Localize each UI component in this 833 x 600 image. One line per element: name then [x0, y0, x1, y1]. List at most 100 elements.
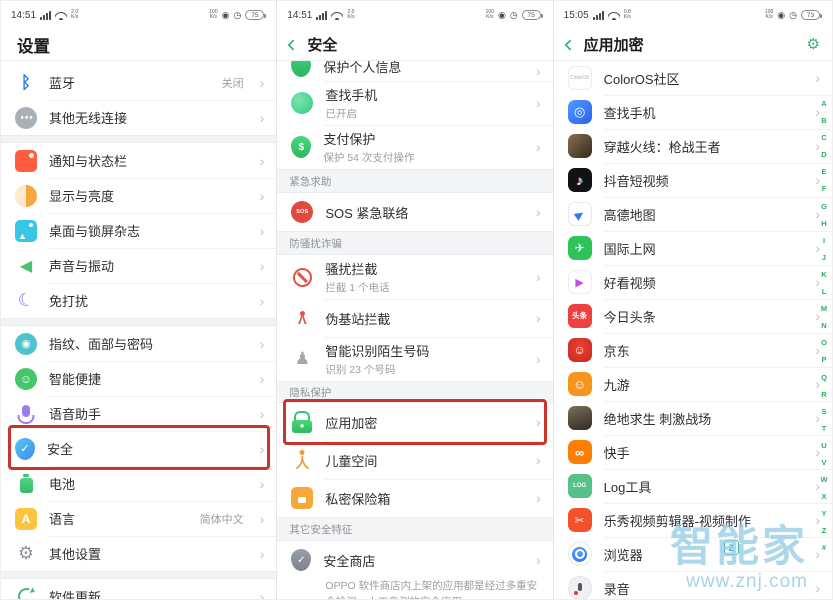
index-letter[interactable]: T — [818, 420, 830, 437]
list-item-person[interactable]: 智能识别陌生号码识别 23 个号码 › — [277, 337, 552, 381]
index-letter[interactable]: K — [818, 266, 830, 283]
list-item-notify[interactable]: 通知与状态栏› — [1, 143, 276, 178]
gear-icon[interactable]: ⚙ — [807, 37, 820, 52]
list-item-kuaishou[interactable]: 快手› — [554, 435, 832, 469]
chevron-right-icon: › — [536, 453, 541, 467]
list-item-assistant[interactable]: 语音助手 › — [1, 396, 276, 431]
list-item-roaming[interactable]: 国际上网› — [554, 231, 832, 265]
list-item-videoshow[interactable]: 乐秀视频剪辑器-视频制作› — [554, 503, 832, 537]
item-label: 通知与状态栏 — [49, 151, 127, 170]
list-item-coloros[interactable]: ColorOS社区› — [554, 61, 832, 95]
index-letter[interactable]: P — [818, 351, 830, 368]
index-letter[interactable]: E — [818, 163, 830, 180]
chevron-right-icon: › — [260, 407, 265, 421]
list-item-pay[interactable]: 支付保护保护 54 次支付操作› — [277, 125, 552, 169]
list-item-douyin[interactable]: 抖音短视频› — [554, 163, 832, 197]
index-letter[interactable]: W — [818, 471, 830, 488]
list-item-jd[interactable]: 京东› — [554, 333, 832, 367]
list-item-find[interactable]: 查找手机已开启› — [277, 81, 552, 125]
index-letter[interactable]: O — [818, 334, 830, 351]
list-item-haokan[interactable]: 好看视频› — [554, 265, 832, 299]
list-item-cf[interactable]: 穿越火线：枪战王者› — [554, 129, 832, 163]
list-item-update[interactable]: 软件更新› — [1, 579, 276, 600]
item-text: 抖音短视频 — [604, 171, 669, 190]
privacyshield-icon — [291, 61, 311, 77]
index-letter[interactable]: L — [818, 283, 830, 300]
index-letter[interactable]: C — [818, 129, 830, 146]
list-item-battery[interactable]: 电池› — [1, 466, 276, 501]
list-item-safebox[interactable]: 私密保险箱› — [277, 479, 552, 517]
list-item-language[interactable]: 语言简体中文› — [1, 501, 276, 536]
index-letter[interactable]: R — [818, 386, 830, 403]
item-text: 免打扰 — [49, 291, 88, 310]
list-item-privacyshield[interactable]: 保护个人信息› — [277, 61, 552, 81]
index-letter[interactable]: J — [818, 249, 830, 266]
item-text: 智能识别陌生号码识别 23 个号码 — [325, 341, 429, 377]
chevron-right-icon: › — [536, 352, 541, 366]
index-letter[interactable]: N — [818, 317, 830, 334]
list-item-security[interactable]: 安全› — [1, 431, 276, 466]
item-text: 查找手机已开启 — [325, 85, 377, 121]
list-item-findphone[interactable]: 查找手机› — [554, 95, 832, 129]
item-text: 穿越火线：枪战王者 — [604, 137, 721, 156]
index-letter[interactable]: A — [818, 95, 830, 112]
list-item-applock[interactable]: 应用加密› — [277, 403, 552, 441]
index-letter[interactable]: B — [818, 112, 830, 129]
index-letter[interactable]: H — [818, 215, 830, 232]
cf-icon — [568, 134, 592, 158]
list-item-gearother[interactable]: 其他设置› — [1, 536, 276, 571]
index-letter[interactable]: F — [818, 180, 830, 197]
back-chevron-icon[interactable] — [288, 39, 299, 50]
list-item-bluetooth[interactable]: 蓝牙关闭› — [1, 65, 276, 100]
index-letter[interactable]: Q — [818, 369, 830, 386]
item-text: 九游 — [604, 375, 630, 394]
list-item-dnd[interactable]: 免打扰› — [1, 283, 276, 318]
item-text: 儿童空间 — [325, 451, 377, 470]
list-item-sound[interactable]: 声音与振动› — [1, 248, 276, 283]
index-letter[interactable]: Y — [818, 505, 830, 522]
list-item-tower[interactable]: 伪基站拦截› — [277, 299, 552, 337]
chevron-right-icon: › — [815, 581, 820, 595]
item-text: 高德地图 — [604, 205, 656, 224]
index-letter[interactable]: # — [818, 539, 830, 556]
list-item-child[interactable]: 儿童空间 › — [277, 441, 552, 479]
item-label: 抖音短视频 — [604, 171, 669, 190]
list-item-wireless[interactable]: 其他无线连接› — [1, 100, 276, 135]
index-letter[interactable]: X — [818, 488, 830, 505]
list-item-sos[interactable]: SOS 紧急联络› — [277, 193, 552, 231]
list-item-block[interactable]: 骚扰拦截拦截 1 个电话› — [277, 255, 552, 299]
list-item-log[interactable]: Log工具› — [554, 469, 832, 503]
section-header: 防骚扰诈骗 — [277, 231, 552, 255]
list-item-pubg[interactable]: 绝地求生 刺激战场› — [554, 401, 832, 435]
item-label: 软件更新 — [49, 587, 101, 600]
item-label: 智能便捷 — [49, 369, 101, 388]
index-letter[interactable]: Z — [818, 522, 830, 539]
list-item-smart[interactable]: 智能便捷› — [1, 361, 276, 396]
list-item-amap[interactable]: 高德地图› — [554, 197, 832, 231]
item-label: 语音助手 — [49, 404, 101, 423]
chevron-right-icon: › — [260, 259, 265, 273]
list-item-wallpaper[interactable]: 桌面与锁屏杂志› — [1, 213, 276, 248]
index-letter[interactable]: U — [818, 437, 830, 454]
item-text: 查找手机 — [604, 103, 656, 122]
section-label: 紧急求助 — [289, 174, 331, 189]
list-item-recorder[interactable]: 录音› — [554, 571, 832, 600]
back-chevron-icon[interactable] — [564, 39, 575, 50]
list-item-store[interactable]: 安全商店› — [277, 541, 552, 579]
index-letter[interactable]: G — [818, 198, 830, 215]
index-letter[interactable]: S — [818, 403, 830, 420]
item-label: 支付保护 — [323, 129, 414, 148]
item-text: 通知与状态栏 — [49, 151, 127, 170]
list-item-toutiao[interactable]: 今日头条› — [554, 299, 832, 333]
list-item-jiuyou[interactable]: 九游› — [554, 367, 832, 401]
item-text: 国际上网 — [604, 239, 656, 258]
store-icon — [291, 549, 311, 571]
index-letter[interactable]: D — [818, 146, 830, 163]
list-item-fingerprint[interactable]: 指纹、面部与密码› — [1, 326, 276, 361]
index-letter[interactable]: I — [818, 232, 830, 249]
list-item-browser[interactable]: 浏览器› — [554, 537, 832, 571]
index-letter[interactable]: V — [818, 454, 830, 471]
index-letter[interactable]: M — [818, 300, 830, 317]
item-text: 骚扰拦截拦截 1 个电话 — [325, 259, 389, 295]
list-item-display[interactable]: 显示与亮度› — [1, 178, 276, 213]
